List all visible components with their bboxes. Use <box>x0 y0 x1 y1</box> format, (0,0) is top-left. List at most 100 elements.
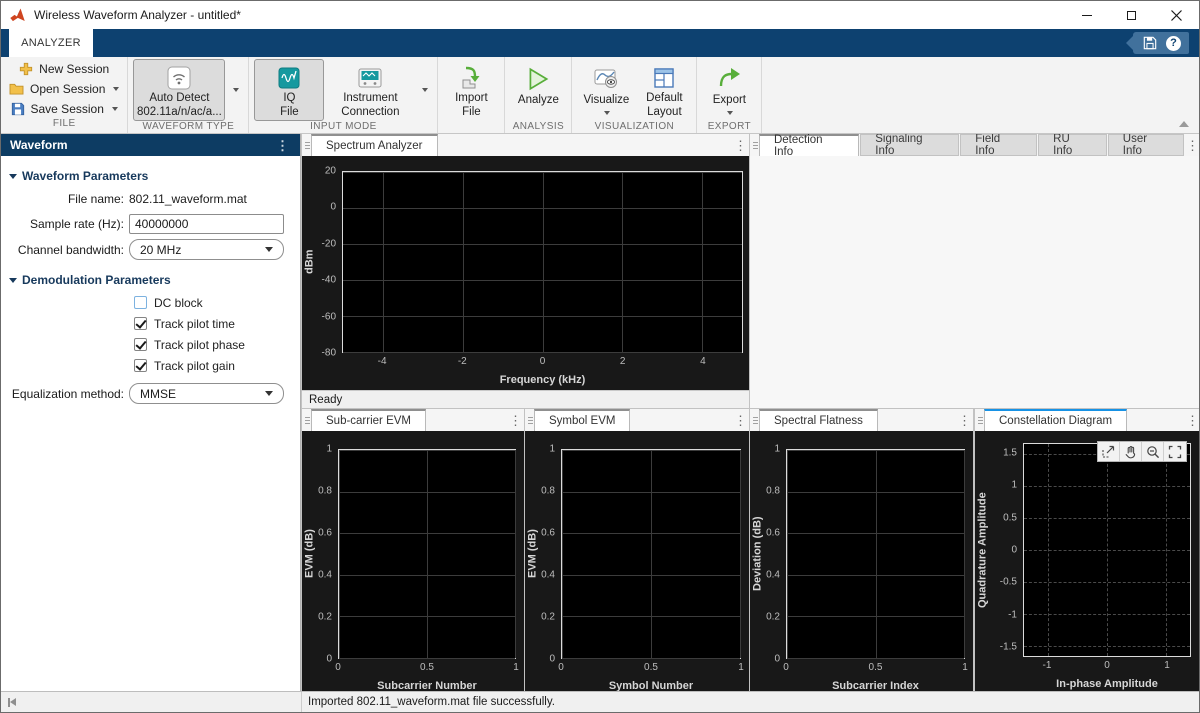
gridline-vertical <box>787 450 788 658</box>
save-icon[interactable] <box>1143 36 1157 50</box>
instrument-connection-button[interactable]: Instrument Connection <box>326 59 414 121</box>
panel-menu-icon[interactable]: ⋮ <box>732 134 749 156</box>
ribbon-tab-strip: ANALYZER ? <box>1 29 1199 57</box>
track-pilot-phase-row[interactable]: Track pilot phase <box>134 335 300 354</box>
save-session-button[interactable]: Save Session <box>8 99 121 118</box>
y-tick-label: -40 <box>322 275 336 286</box>
track-pilot-time-row[interactable]: Track pilot time <box>134 314 300 333</box>
drag-handle-icon[interactable] <box>750 134 759 156</box>
zoom-out-button[interactable] <box>1142 442 1164 461</box>
channel-bandwidth-select[interactable]: 20 MHz <box>129 239 284 260</box>
spectrum-status-bar: Ready <box>302 390 749 408</box>
plot-area <box>342 171 743 353</box>
gridline-horizontal <box>562 533 740 534</box>
maximize-button[interactable] <box>1109 1 1154 29</box>
dc-block-row[interactable]: DC block <box>134 293 300 312</box>
drag-handle-icon[interactable] <box>750 409 759 431</box>
gridline-horizontal <box>343 172 742 173</box>
panel-menu-icon[interactable]: ⋮ <box>274 139 291 152</box>
gridline-horizontal <box>343 244 742 245</box>
demodulation-parameters-section-header[interactable]: Demodulation Parameters <box>9 273 292 287</box>
plot-toolbar <box>1097 441 1187 462</box>
panel-menu-icon[interactable]: ⋮ <box>507 409 524 431</box>
analyze-button[interactable]: Analyze <box>510 59 566 121</box>
save-session-dropdown-icon[interactable] <box>112 107 118 111</box>
tab-analyzer[interactable]: ANALYZER <box>9 29 93 57</box>
collapse-triangle-icon <box>9 174 17 179</box>
y-axis-ticks: 00.20.40.60.81 <box>302 449 338 659</box>
auto-detect-button[interactable]: Auto Detect 802.11a/n/ac/a... <box>133 59 225 121</box>
zoom-region-button[interactable] <box>1098 442 1120 461</box>
analysis-section-label: ANALYSIS <box>510 121 566 133</box>
help-icon[interactable]: ? <box>1166 36 1181 51</box>
x-axis-ticks: 00.51 <box>338 661 516 675</box>
close-icon <box>1171 10 1182 21</box>
info-tab-field-info[interactable]: Field Info <box>960 134 1037 156</box>
file-name-row: File name: 802.11_waveform.mat <box>1 189 300 209</box>
channel-bandwidth-label: Channel bandwidth: <box>1 243 124 257</box>
drag-handle-icon[interactable] <box>302 134 311 156</box>
ribbon-section-visualization: Visualize Default Layout <box>572 57 697 133</box>
ribbon-section-file: New Session Open Session Save Session FI… <box>1 57 128 133</box>
close-button[interactable] <box>1154 1 1199 29</box>
input-mode-dropdown-button[interactable] <box>416 59 432 121</box>
plot-area <box>561 449 741 659</box>
visualize-button[interactable]: Visualize <box>577 59 635 121</box>
iq-file-button[interactable]: IQ File <box>254 59 324 121</box>
equalization-method-label: Equalization method: <box>1 387 124 401</box>
track-pilot-time-checkbox[interactable] <box>134 317 147 330</box>
x-tick-label: 1 <box>962 662 968 673</box>
export-button[interactable]: Export <box>702 59 756 121</box>
open-session-dropdown-icon[interactable] <box>113 87 119 91</box>
drag-handle-icon[interactable] <box>525 409 534 431</box>
import-file-button[interactable]: Import File <box>443 59 499 121</box>
panel-menu-icon[interactable]: ⋮ <box>1184 134 1200 156</box>
subcarrier-evm-tab-bar: Sub-carrier EVM ⋮ <box>302 409 524 431</box>
tab-symbol-evm[interactable]: Symbol EVM <box>534 409 630 431</box>
info-tab-user-info[interactable]: User Info <box>1108 134 1184 156</box>
gridline-horizontal <box>787 575 964 576</box>
info-tab-signaling-info[interactable]: Signaling Info <box>860 134 959 156</box>
waveform-type-dropdown-button[interactable] <box>227 59 243 121</box>
track-pilot-gain-checkbox[interactable] <box>134 359 147 372</box>
collapse-panel-icon[interactable] <box>8 698 16 707</box>
auto-detect-label-line1: Auto Detect <box>149 92 209 106</box>
y-tick-label: 1 <box>1011 480 1017 491</box>
tab-constellation-diagram[interactable]: Constellation Diagram <box>984 409 1127 431</box>
panel-menu-icon[interactable]: ⋮ <box>732 409 749 431</box>
info-tab-detection-info[interactable]: Detection Info <box>759 134 859 156</box>
y-tick-label: 0.8 <box>766 486 780 497</box>
x-axis-ticks: -101 <box>1023 659 1191 673</box>
info-tab-ru-info[interactable]: RU Info <box>1038 134 1107 156</box>
tab-subcarrier-evm[interactable]: Sub-carrier EVM <box>311 409 426 431</box>
sample-rate-input[interactable] <box>129 214 284 234</box>
sample-rate-label: Sample rate (Hz): <box>1 217 124 231</box>
drag-handle-icon[interactable] <box>975 409 984 431</box>
collapse-ribbon-button[interactable] <box>1179 121 1189 127</box>
tab-spectral-flatness[interactable]: Spectral Flatness <box>759 409 878 431</box>
new-session-button[interactable]: New Session <box>16 59 112 78</box>
drag-handle-icon[interactable] <box>302 409 311 431</box>
tab-spectrum-analyzer[interactable]: Spectrum Analyzer <box>311 134 438 156</box>
demodulation-parameters-title: Demodulation Parameters <box>22 273 171 287</box>
y-tick-label: 0 <box>774 654 780 665</box>
panel-menu-icon[interactable]: ⋮ <box>1184 409 1200 431</box>
zoom-out-icon <box>1146 445 1160 459</box>
minimize-button[interactable] <box>1064 1 1109 29</box>
open-session-button[interactable]: Open Session <box>6 79 122 98</box>
dc-block-checkbox[interactable] <box>134 296 147 309</box>
track-pilot-gain-row[interactable]: Track pilot gain <box>134 356 300 375</box>
ribbon-section-import: Import File <box>438 57 505 133</box>
equalization-method-select[interactable]: MMSE <box>129 383 284 404</box>
pan-button[interactable] <box>1120 442 1142 461</box>
waveform-parameters-section-header[interactable]: Waveform Parameters <box>9 169 292 183</box>
gridline-horizontal <box>343 208 742 209</box>
x-tick-label: 0 <box>540 356 546 367</box>
gridline-vertical <box>964 450 965 658</box>
pan-hand-icon <box>1124 445 1138 459</box>
track-pilot-phase-checkbox[interactable] <box>134 338 147 351</box>
default-layout-button[interactable]: Default Layout <box>637 59 691 121</box>
fit-to-view-button[interactable] <box>1164 442 1186 461</box>
panel-menu-icon[interactable]: ⋮ <box>956 409 973 431</box>
y-tick-label: 0.6 <box>766 528 780 539</box>
